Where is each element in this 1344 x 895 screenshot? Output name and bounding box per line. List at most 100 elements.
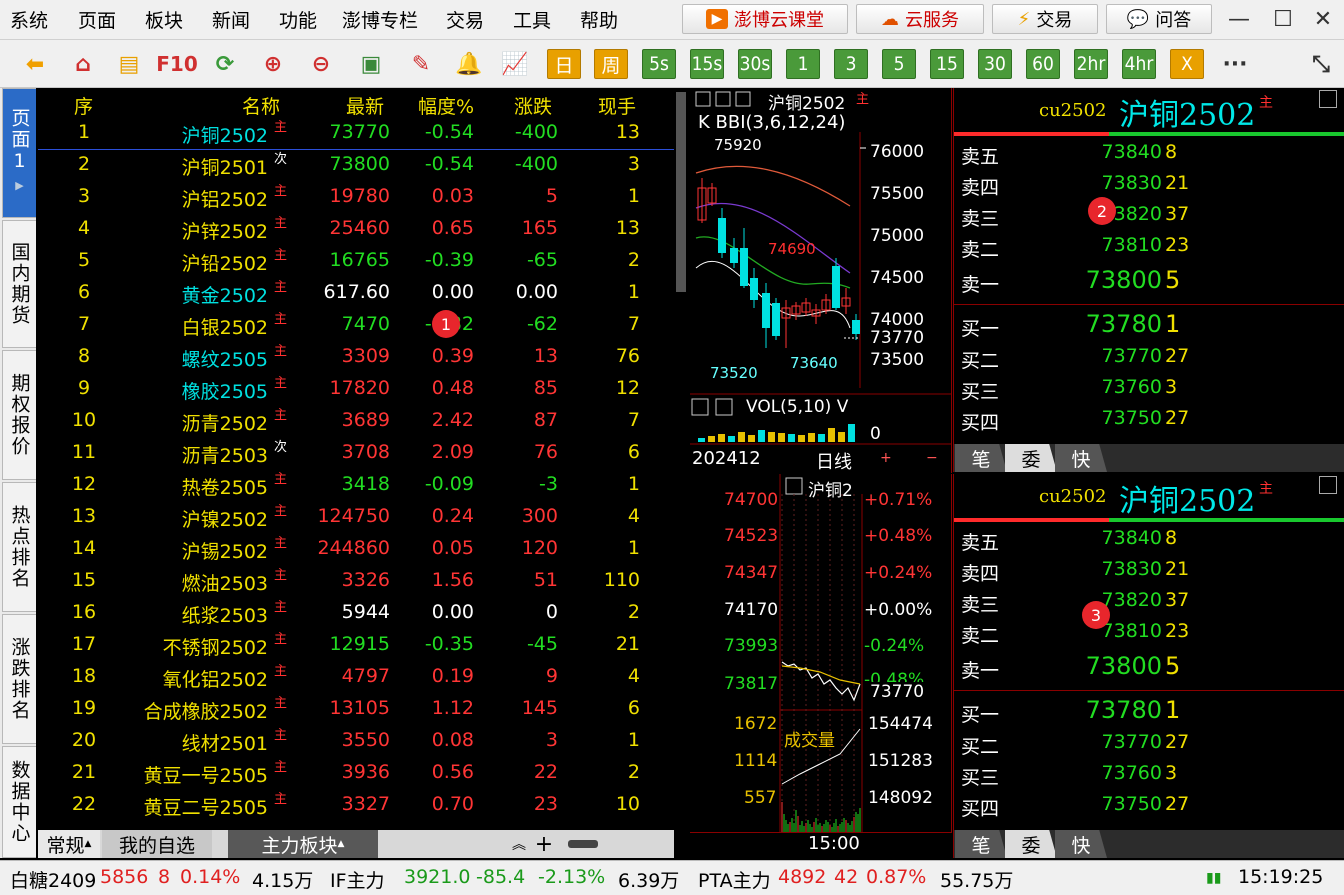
- table-row[interactable]: 3 沪铝2502 主 19780 0.03 5 1: [38, 182, 674, 214]
- tab-data-center[interactable]: 数据中心: [2, 746, 36, 858]
- ask-row[interactable]: 卖四 73830 21: [953, 171, 1344, 202]
- minimize-icon[interactable]: —: [1222, 4, 1256, 34]
- table-row[interactable]: 19 合成橡胶2502 主 13105 1.12 145 6: [38, 694, 674, 726]
- table-row[interactable]: 13 沪镍2502 主 124750 0.24 300 4: [38, 502, 674, 534]
- double-up-icon[interactable]: ︽: [508, 830, 530, 858]
- table-row[interactable]: 21 黄豆一号2505 主 3936 0.56 22 2: [38, 758, 674, 790]
- refresh-icon[interactable]: ⟳: [208, 48, 242, 80]
- close-icon[interactable]: ✕: [1306, 4, 1340, 34]
- add-tab-icon[interactable]: +: [532, 830, 556, 858]
- trade-button[interactable]: ⚡ 交易: [992, 4, 1098, 34]
- menu-page[interactable]: 页面: [78, 6, 116, 33]
- period-2hr[interactable]: 2hr: [1074, 49, 1108, 79]
- tab-hot-ranking[interactable]: 热点排名: [2, 482, 36, 612]
- header-pct[interactable]: 幅度%: [418, 92, 474, 119]
- f10-button[interactable]: F10: [156, 48, 198, 80]
- header-vol[interactable]: 现手: [598, 92, 636, 119]
- header-last[interactable]: 最新: [346, 92, 384, 119]
- table-row[interactable]: 10 沥青2502 主 3689 2.42 87 7: [38, 406, 674, 438]
- table-row[interactable]: 20 线材2501 主 3550 0.08 3 1: [38, 726, 674, 758]
- table-row[interactable]: 7白银2502主7470-0.82-627: [38, 310, 674, 342]
- bid-row[interactable]: 买一 73780 1: [953, 310, 1344, 341]
- ask-row[interactable]: 卖一 73800 5: [953, 264, 1344, 296]
- tab-change-ranking[interactable]: 涨跌排名: [2, 614, 36, 744]
- table-row[interactable]: 12 热卷2505 主 3418 -0.09 -3 1: [38, 470, 674, 502]
- orderbook-checkbox[interactable]: [1319, 90, 1337, 108]
- table-row[interactable]: 8 螺纹2505 主 3309 0.39 13 76: [38, 342, 674, 374]
- ask-row[interactable]: 卖四 73830 21: [953, 557, 1344, 588]
- period-15s[interactable]: 15s: [690, 49, 724, 79]
- menu-column[interactable]: 澎博专栏: [342, 6, 418, 33]
- period-day[interactable]: 日: [547, 49, 581, 79]
- more-icon[interactable]: ···: [1218, 48, 1252, 80]
- period-5s[interactable]: 5s: [642, 49, 676, 79]
- kline-minus-button[interactable]: −: [926, 450, 938, 466]
- period-x[interactable]: X: [1170, 49, 1204, 79]
- bid-row[interactable]: 买三 73760 3: [953, 761, 1344, 792]
- status-s3-name[interactable]: PTA主力: [698, 866, 771, 893]
- header-chg[interactable]: 涨跌: [514, 92, 552, 119]
- table-row[interactable]: 22 黄豆二号2505 主 3327 0.70 23 10: [38, 790, 674, 822]
- kline-period[interactable]: 日线: [816, 448, 852, 474]
- tab-orders[interactable]: 委: [1005, 444, 1057, 472]
- tab-ticks[interactable]: 笔: [955, 830, 1007, 858]
- header-name[interactable]: 名称: [242, 92, 280, 119]
- ask-row[interactable]: 卖五 73840 8: [953, 526, 1344, 557]
- period-4hr[interactable]: 4hr: [1122, 49, 1156, 79]
- horizontal-scrollbar[interactable]: [568, 840, 598, 848]
- menu-help[interactable]: 帮助: [580, 6, 618, 33]
- table-row[interactable]: 4 沪锌2502 主 25460 0.65 165 13: [38, 214, 674, 246]
- period-week[interactable]: 周: [594, 49, 628, 79]
- table-row[interactable]: 5 沪铅2502 主 16765 -0.39 -65 2: [38, 246, 674, 278]
- tab-fast[interactable]: 快: [1055, 830, 1107, 858]
- table-row[interactable]: 11 沥青2503 次 3708 2.09 76 6: [38, 438, 674, 470]
- table-row[interactable]: 1 沪铜2502 主 73770 -0.54 -400 13: [38, 118, 674, 150]
- bid-row[interactable]: 买一 73780 1: [953, 696, 1344, 727]
- period-3[interactable]: 3: [834, 49, 868, 79]
- table-row[interactable]: 6 黄金2502 主 617.60 0.00 0.00 1: [38, 278, 674, 310]
- bid-row[interactable]: 买二 73770 27: [953, 730, 1344, 761]
- period-60[interactable]: 60: [1026, 49, 1060, 79]
- chart-up-icon[interactable]: 📈: [498, 48, 532, 80]
- tab-domestic-futures[interactable]: 国内期货: [2, 220, 36, 348]
- tab-ticks[interactable]: 笔: [955, 444, 1007, 472]
- cloud-service-button[interactable]: ☁ 云服务: [856, 4, 984, 34]
- tab-page1[interactable]: 页面1 ▶: [2, 88, 36, 218]
- classroom-button[interactable]: ▶ 澎博云课堂: [682, 4, 848, 34]
- ask-row[interactable]: 卖一 73800 5: [953, 650, 1344, 682]
- tab-regular[interactable]: 常规 ▲: [38, 830, 100, 858]
- table-row[interactable]: 17 不锈钢2502 主 12915 -0.35 -45 21: [38, 630, 674, 662]
- note-icon[interactable]: ▤: [112, 48, 146, 80]
- period-15[interactable]: 15: [930, 49, 964, 79]
- pencil-icon[interactable]: ✎: [404, 48, 438, 80]
- header-seq[interactable]: 序: [74, 92, 93, 119]
- ask-row[interactable]: 卖五 73840 8: [953, 140, 1344, 171]
- status-s1-name[interactable]: 白糖2409: [10, 866, 96, 893]
- menu-trade[interactable]: 交易: [446, 6, 484, 33]
- orderbook-checkbox[interactable]: [1319, 476, 1337, 494]
- bid-row[interactable]: 买四 73750 27: [953, 792, 1344, 823]
- bid-row[interactable]: 买三 73760 3: [953, 375, 1344, 406]
- menu-tools[interactable]: 工具: [513, 6, 551, 33]
- zoom-out-icon[interactable]: ⊖: [304, 48, 338, 80]
- table-row[interactable]: 16 纸浆2503 主 5944 0.00 0 2: [38, 598, 674, 630]
- ask-row[interactable]: 卖二 73810 23: [953, 619, 1344, 650]
- period-30[interactable]: 30: [978, 49, 1012, 79]
- ask-row[interactable]: 卖二 73810 23: [953, 233, 1344, 264]
- ask-row[interactable]: 卖三 73820 37: [953, 588, 1344, 619]
- maximize-icon[interactable]: ☐: [1266, 4, 1300, 34]
- home-icon[interactable]: ⌂: [66, 48, 100, 80]
- menu-system[interactable]: 系统: [10, 6, 48, 33]
- tab-orders[interactable]: 委: [1005, 830, 1057, 858]
- table-row[interactable]: 14 沪锡2502 主 244860 0.05 120 1: [38, 534, 674, 566]
- back-arrow-icon[interactable]: ⬅: [18, 48, 52, 80]
- period-30s[interactable]: 30s: [738, 49, 772, 79]
- qa-button[interactable]: 💬 问答: [1106, 4, 1212, 34]
- table-row[interactable]: 18 氧化铝2502 主 4797 0.19 9 4: [38, 662, 674, 694]
- bell-icon[interactable]: 🔔: [452, 48, 486, 80]
- menu-sector[interactable]: 板块: [145, 6, 183, 33]
- tab-options[interactable]: 期权报价: [2, 350, 36, 480]
- period-1[interactable]: 1: [786, 49, 820, 79]
- tab-fast[interactable]: 快: [1055, 444, 1107, 472]
- quote-scrollbar[interactable]: [676, 92, 686, 292]
